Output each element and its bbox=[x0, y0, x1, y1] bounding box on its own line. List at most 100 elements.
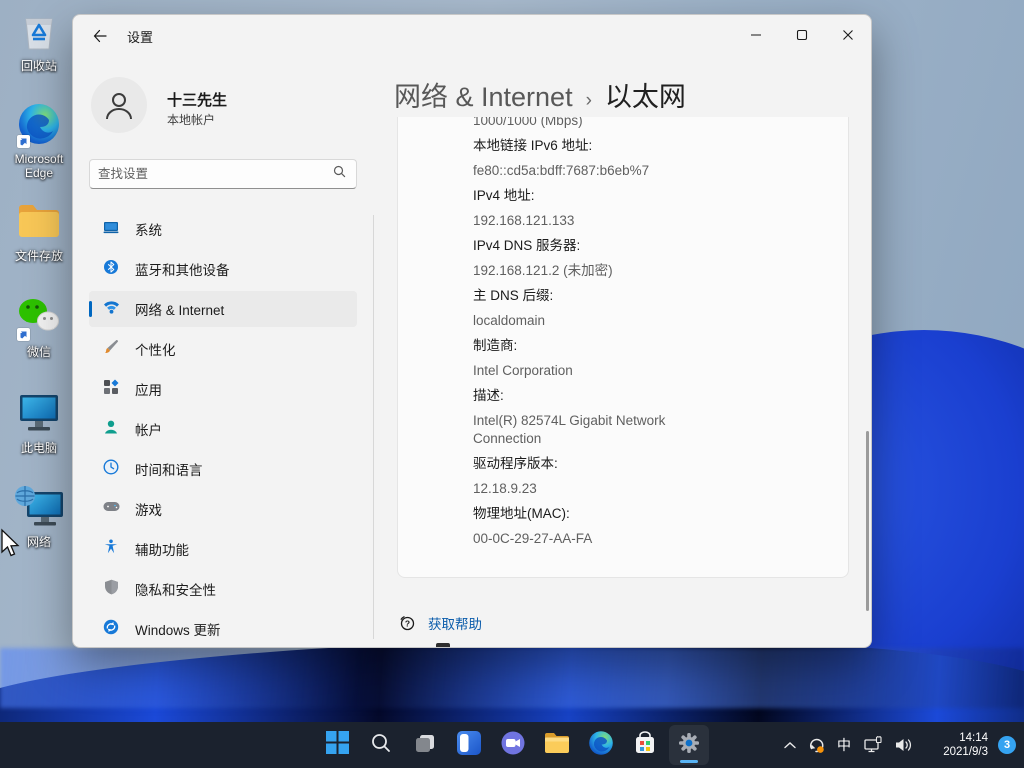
taskbar: 中 14:14 2021/9/3 3 bbox=[0, 722, 1024, 768]
property-label: IPv4 DNS 服务器: bbox=[473, 237, 773, 255]
sidebar-item-label: 游戏 bbox=[135, 499, 162, 519]
breadcrumb-parent[interactable]: 网络 & Internet bbox=[394, 75, 573, 114]
task-view-icon bbox=[413, 731, 437, 760]
ethernet-properties-card: 1000/1000 (Mbps)本地链接 IPv6 地址:fe80::cd5a:… bbox=[397, 117, 849, 578]
user-name: 十三先生 bbox=[167, 89, 227, 110]
task-view-button[interactable] bbox=[405, 725, 445, 765]
settings-window: 设置 十三先生 本地帐户 系统蓝牙和其他设备网络 & Internet个性化应用… bbox=[72, 14, 872, 648]
desktop-icon-4[interactable]: 微信 bbox=[0, 296, 78, 359]
notification-badge[interactable]: 3 bbox=[998, 736, 1016, 754]
back-button[interactable] bbox=[85, 21, 115, 51]
settings-gear-button[interactable] bbox=[669, 725, 709, 765]
sidebar-item-label: 蓝牙和其他设备 bbox=[135, 259, 230, 279]
property-label: 驱动程序版本: bbox=[473, 455, 773, 473]
window-title: 设置 bbox=[127, 27, 153, 46]
desktop-icon-5[interactable]: 此电脑 bbox=[0, 392, 78, 455]
sidebar-item-5[interactable]: 应用 bbox=[89, 371, 357, 407]
start-icon bbox=[325, 730, 350, 760]
sidebar-item-3[interactable]: 网络 & Internet bbox=[89, 291, 357, 327]
accounts-icon bbox=[103, 419, 119, 440]
file-explorer-button[interactable] bbox=[537, 725, 577, 765]
sidebar-item-8[interactable]: 游戏 bbox=[89, 491, 357, 527]
property-value: Intel(R) 82574L Gigabit Network Connecti… bbox=[473, 412, 703, 448]
sidebar-item-label: 个性化 bbox=[135, 339, 176, 359]
sidebar-divider bbox=[373, 215, 374, 639]
desktop-icon-1[interactable]: 回收站 bbox=[0, 10, 78, 73]
sidebar-item-1[interactable]: 系统 bbox=[89, 211, 357, 247]
personalization-icon bbox=[103, 339, 119, 360]
sidebar-item-4[interactable]: 个性化 bbox=[89, 331, 357, 367]
update-pending-icon[interactable] bbox=[802, 727, 830, 763]
wifi-icon bbox=[103, 300, 120, 319]
desktop-icon-2[interactable]: Microsoft Edge bbox=[0, 103, 78, 180]
sidebar-item-10[interactable]: 隐私和安全性 bbox=[89, 571, 357, 607]
get-help-label: 获取帮助 bbox=[428, 613, 482, 633]
search-input[interactable] bbox=[90, 167, 333, 181]
recycle-bin-icon bbox=[18, 9, 60, 58]
user-account-type: 本地帐户 bbox=[167, 111, 215, 128]
window-controls bbox=[733, 15, 871, 55]
taskbar-center-icons bbox=[317, 725, 713, 765]
edge-taskbar-icon bbox=[588, 730, 614, 761]
desktop-icon-label: 回收站 bbox=[21, 59, 57, 73]
sidebar-item-11[interactable]: Windows 更新 bbox=[89, 611, 357, 647]
sidebar-item-2[interactable]: 蓝牙和其他设备 bbox=[89, 251, 357, 287]
sidebar-nav: 系统蓝牙和其他设备网络 & Internet 个性化应用帐户时间和语言游戏辅助功能… bbox=[89, 211, 357, 648]
sidebar-item-7[interactable]: 时间和语言 bbox=[89, 451, 357, 487]
property-value: 192.168.121.2 (未加密) bbox=[473, 262, 703, 280]
widgets-button[interactable] bbox=[449, 725, 489, 765]
active-app-indicator bbox=[680, 760, 698, 763]
desktop-icon-3[interactable]: 文件存放 bbox=[0, 200, 78, 263]
privacy-icon bbox=[104, 579, 119, 600]
network-tray-icon[interactable] bbox=[858, 727, 888, 763]
titlebar: 设置 bbox=[73, 15, 871, 57]
taskbar-search-button[interactable] bbox=[361, 725, 401, 765]
sidebar-item-label: 系统 bbox=[135, 219, 162, 239]
ime-indicator[interactable]: 中 bbox=[830, 727, 858, 763]
property-label: 制造商: bbox=[473, 337, 773, 355]
file-explorer-icon bbox=[544, 732, 570, 759]
start-button[interactable] bbox=[317, 725, 357, 765]
property-label: IPv4 地址: bbox=[473, 187, 773, 205]
svg-text:?: ? bbox=[405, 619, 410, 629]
wallpaper-ribbon bbox=[0, 648, 1024, 708]
close-button[interactable] bbox=[825, 15, 871, 55]
desktop-icon-label: Microsoft Edge bbox=[2, 152, 76, 180]
desktop-icon-label: 网络 bbox=[27, 535, 51, 549]
volume-icon[interactable] bbox=[888, 727, 918, 763]
search-box[interactable] bbox=[89, 159, 357, 189]
avatar[interactable] bbox=[91, 77, 147, 133]
vertical-scrollbar[interactable] bbox=[866, 431, 869, 611]
property-value: Intel Corporation bbox=[473, 362, 703, 380]
gaming-icon bbox=[103, 500, 120, 518]
shortcut-arrow-icon bbox=[17, 135, 30, 148]
get-help-link[interactable]: ? 获取帮助 bbox=[398, 613, 482, 633]
back-arrow-icon bbox=[92, 28, 108, 44]
property-value: 00-0C-29-27-AA-FA bbox=[473, 530, 703, 548]
property-value: 192.168.121.133 bbox=[473, 212, 703, 230]
sidebar-item-6[interactable]: 帐户 bbox=[89, 411, 357, 447]
sidebar-item-label: 时间和语言 bbox=[135, 459, 203, 479]
property-label: 物理地址(MAC): bbox=[473, 505, 773, 523]
search-icon bbox=[333, 165, 346, 183]
taskbar-search-icon bbox=[370, 732, 392, 759]
chevron-up-icon[interactable] bbox=[778, 727, 802, 763]
edge-taskbar-button[interactable] bbox=[581, 725, 621, 765]
apps-icon bbox=[103, 379, 119, 400]
maximize-button[interactable] bbox=[779, 15, 825, 55]
help-question-icon: ? bbox=[398, 614, 416, 632]
desktop-icon-label: 此电脑 bbox=[21, 441, 57, 455]
chat-icon bbox=[500, 730, 526, 761]
time-language-icon bbox=[103, 459, 119, 480]
minimize-button[interactable] bbox=[733, 15, 779, 55]
breadcrumb-separator-icon: › bbox=[586, 90, 592, 112]
windows-update-icon bbox=[103, 619, 119, 640]
selected-indicator bbox=[89, 301, 92, 317]
chat-button[interactable] bbox=[493, 725, 533, 765]
content-scroll-area: 1000/1000 (Mbps)本地链接 IPv6 地址:fe80::cd5a:… bbox=[381, 117, 865, 648]
store-button[interactable] bbox=[625, 725, 665, 765]
shortcut-arrow-icon bbox=[17, 328, 30, 341]
sidebar-item-9[interactable]: 辅助功能 bbox=[89, 531, 357, 567]
taskbar-clock[interactable]: 14:14 2021/9/3 bbox=[922, 731, 988, 759]
store-icon bbox=[633, 731, 657, 760]
